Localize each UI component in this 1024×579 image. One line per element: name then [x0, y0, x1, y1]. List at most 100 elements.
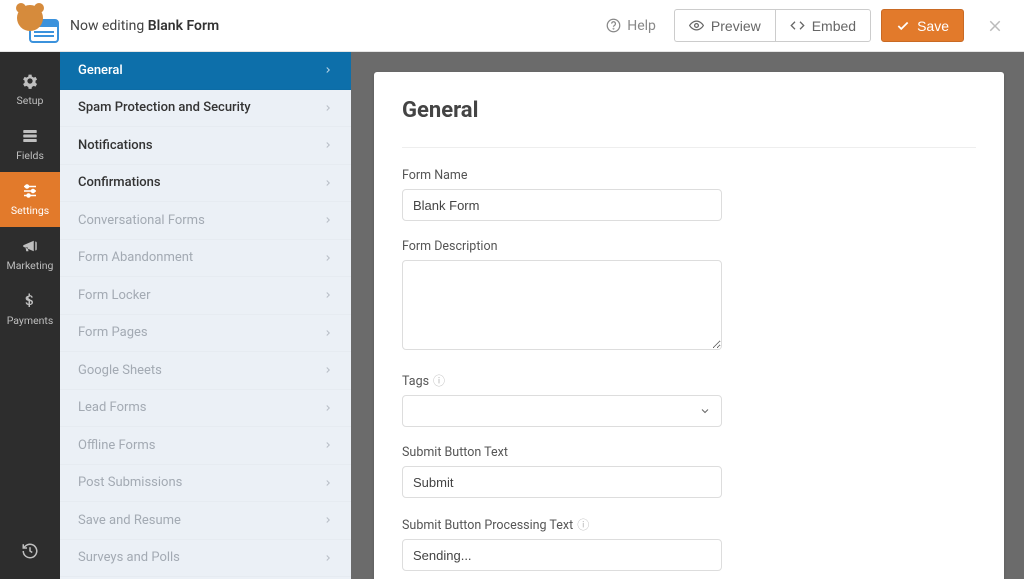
preview-button[interactable]: Preview — [674, 9, 775, 42]
preview-label: Preview — [711, 18, 761, 34]
page-title: General — [402, 98, 976, 123]
gear-icon — [21, 72, 39, 90]
rail-item-setup[interactable]: Setup — [0, 62, 60, 117]
field-submit-text: Submit Button Text — [402, 445, 976, 498]
panel-item-label: Spam Protection and Security — [78, 100, 251, 115]
chevron-right-icon — [323, 478, 333, 488]
panel-item-label: Post Submissions — [78, 475, 182, 490]
panel-item-label: Google Sheets — [78, 363, 162, 378]
rail-item-fields[interactable]: Fields — [0, 117, 60, 172]
topbar: Now editing Blank Form Help Preview Embe… — [0, 0, 1024, 52]
rail-label: Marketing — [7, 259, 54, 272]
help-label: Help — [627, 18, 656, 34]
chevron-right-icon — [323, 178, 333, 188]
main-layout: Setup Fields Settings Marketing Payments… — [0, 52, 1024, 579]
panel-item-label: Surveys and Polls — [78, 550, 180, 565]
rail-label: Settings — [11, 204, 49, 217]
rail-label: Setup — [17, 94, 44, 107]
panel-item-label: Form Pages — [78, 325, 148, 340]
panel-item-save-and-resume[interactable]: Save and Resume — [60, 502, 351, 540]
code-icon — [790, 18, 805, 33]
sliders-icon — [21, 182, 39, 200]
check-icon — [896, 19, 910, 33]
tags-help-icon[interactable]: ⓘ — [433, 374, 445, 388]
megaphone-icon — [21, 237, 39, 255]
panel-item-label: Save and Resume — [78, 513, 181, 528]
editing-title: Now editing Blank Form — [70, 18, 219, 34]
form-name-input[interactable] — [402, 189, 722, 221]
chevron-right-icon — [323, 403, 333, 413]
chevron-right-icon — [323, 215, 333, 225]
form-name-label: Form Name — [402, 168, 976, 183]
processing-help-icon[interactable]: ⓘ — [577, 518, 589, 532]
panel-item-label: Lead Forms — [78, 400, 147, 415]
embed-label: Embed — [812, 18, 856, 34]
form-description-input[interactable] — [402, 260, 722, 350]
fields-icon — [21, 127, 39, 145]
submit-text-input[interactable] — [402, 466, 722, 498]
panel-item-label: General — [78, 63, 123, 78]
embed-button[interactable]: Embed — [775, 9, 871, 42]
panel-item-form-locker[interactable]: Form Locker — [60, 277, 351, 315]
form-description-label: Form Description — [402, 239, 976, 254]
general-card: General Form Name Form Description Tagsⓘ… — [374, 72, 1004, 579]
preview-embed-group: Preview Embed — [674, 9, 871, 42]
topbar-actions: Help Preview Embed Save — [598, 9, 1010, 42]
rail-item-payments[interactable]: Payments — [0, 282, 60, 337]
save-button[interactable]: Save — [881, 9, 964, 42]
panel-item-confirmations[interactable]: Confirmations — [60, 165, 351, 203]
save-label: Save — [917, 18, 949, 34]
panel-item-post-submissions[interactable]: Post Submissions — [60, 465, 351, 503]
panel-item-offline-forms[interactable]: Offline Forms — [60, 427, 351, 465]
chevron-right-icon — [323, 65, 333, 75]
tags-label: Tagsⓘ — [402, 372, 976, 389]
processing-text-label: Submit Button Processing Textⓘ — [402, 516, 976, 533]
panel-item-lead-forms[interactable]: Lead Forms — [60, 390, 351, 428]
tags-select[interactable] — [402, 395, 722, 427]
logo-area — [14, 9, 66, 43]
panel-item-notifications[interactable]: Notifications — [60, 127, 351, 165]
panel-item-label: Confirmations — [78, 175, 161, 190]
field-tags: Tagsⓘ — [402, 372, 976, 427]
close-button[interactable] — [980, 11, 1010, 41]
chevron-right-icon — [323, 515, 333, 525]
help-link[interactable]: Help — [598, 18, 664, 34]
editing-prefix: Now editing — [70, 18, 144, 34]
panel-item-label: Form Abandonment — [78, 250, 193, 265]
rail-history-button[interactable] — [0, 527, 60, 575]
chevron-right-icon — [323, 140, 333, 150]
eye-icon — [689, 18, 704, 33]
close-icon — [986, 17, 1004, 35]
content-area: General Form Name Form Description Tagsⓘ… — [351, 52, 1024, 579]
history-icon — [21, 542, 39, 560]
panel-item-label: Offline Forms — [78, 438, 155, 453]
settings-side-panel: General Spam Protection and Security Notif… — [60, 52, 351, 579]
panel-item-label: Conversational Forms — [78, 213, 205, 228]
chevron-right-icon — [323, 553, 333, 563]
panel-item-general[interactable]: General — [60, 52, 351, 90]
chevron-right-icon — [323, 253, 333, 263]
processing-text-input[interactable] — [402, 539, 722, 571]
chevron-right-icon — [323, 103, 333, 113]
form-title: Blank Form — [148, 18, 219, 34]
chevron-right-icon — [323, 290, 333, 300]
rail-item-settings[interactable]: Settings — [0, 172, 60, 227]
panel-item-form-abandonment[interactable]: Form Abandonment — [60, 240, 351, 278]
panel-item-form-pages[interactable]: Form Pages — [60, 315, 351, 353]
rail-label: Payments — [7, 314, 54, 327]
dollar-icon — [21, 292, 39, 310]
chevron-right-icon — [323, 328, 333, 338]
field-form-description: Form Description — [402, 239, 976, 354]
rail-item-marketing[interactable]: Marketing — [0, 227, 60, 282]
panel-item-label: Form Locker — [78, 288, 150, 303]
panel-item-label: Notifications — [78, 138, 153, 153]
submit-text-label: Submit Button Text — [402, 445, 976, 460]
panel-item-conversational-forms[interactable]: Conversational Forms — [60, 202, 351, 240]
chevron-right-icon — [323, 440, 333, 450]
panel-item-surveys-and-polls[interactable]: Surveys and Polls — [60, 540, 351, 578]
panel-item-spam-protection-and-security[interactable]: Spam Protection and Security — [60, 90, 351, 128]
field-processing-text: Submit Button Processing Textⓘ — [402, 516, 976, 571]
wpforms-logo — [21, 9, 59, 43]
panel-item-google-sheets[interactable]: Google Sheets — [60, 352, 351, 390]
card-divider — [402, 147, 976, 148]
